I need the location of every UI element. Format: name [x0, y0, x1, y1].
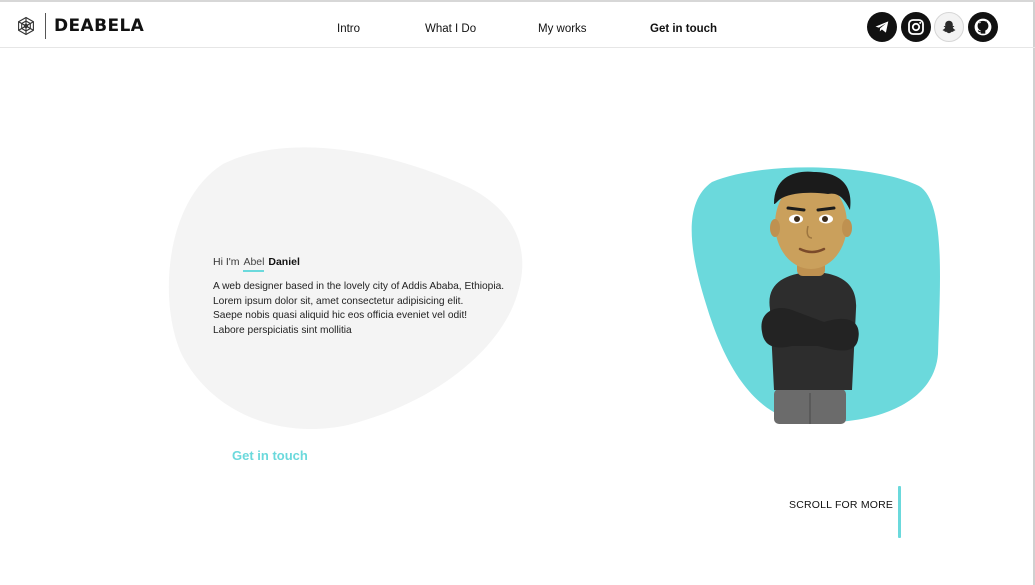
telegram-link[interactable] [867, 12, 897, 42]
scroll-indicator-bar [898, 486, 901, 538]
avatar-illustration [691, 167, 940, 424]
instagram-icon [908, 19, 924, 35]
nav-what-i-do[interactable]: What I Do [425, 23, 476, 35]
telegram-icon [875, 21, 889, 33]
github-link[interactable] [968, 12, 998, 42]
first-name: Abel [243, 256, 265, 268]
brand-divider [45, 13, 46, 39]
greeting: Hi I'm Abel Daniel [213, 256, 543, 268]
nav-my-works[interactable]: My works [538, 23, 587, 35]
bio-line: A web designer based in the lovely city … [213, 281, 505, 292]
github-icon [974, 18, 992, 36]
nav-intro[interactable]: Intro [337, 23, 360, 35]
top-navbar: DEABELA Intro What I Do My works Get in … [0, 2, 1035, 48]
page: DEABELA Intro What I Do My works Get in … [0, 0, 1035, 585]
intro-section: Hi I'm Abel Daniel A web designer based … [213, 256, 543, 338]
brand[interactable]: DEABELA [16, 13, 145, 39]
get-in-touch-button[interactable]: Get in touch [232, 448, 308, 463]
bio-line: Labore perspiciatis sint mollitia [213, 324, 352, 336]
spiderweb-icon [18, 16, 34, 36]
brand-name: DEABELA [54, 16, 145, 36]
greeting-prefix: Hi I'm [213, 256, 240, 268]
instagram-link[interactable] [901, 12, 931, 42]
snapchat-link[interactable] [934, 12, 964, 42]
snapchat-icon [942, 20, 956, 34]
bio-line: Saepe nobis quasi aliquid hic eos offici… [213, 310, 468, 322]
scroll-for-more[interactable]: SCROLL FOR MORE [789, 499, 893, 511]
bio-line: Lorem ipsum dolor sit, amet consectetur … [213, 295, 464, 307]
nav-get-in-touch[interactable]: Get in touch [650, 23, 717, 35]
last-name: Daniel [268, 256, 300, 268]
